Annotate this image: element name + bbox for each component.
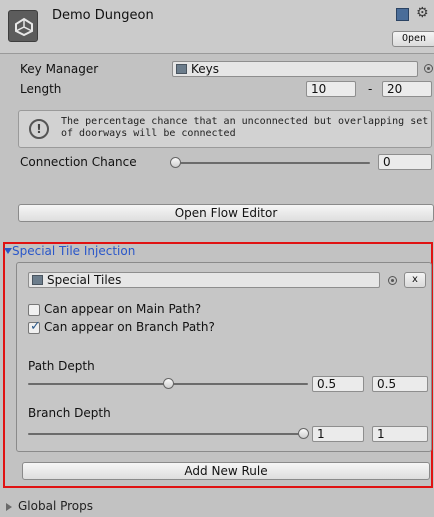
path-depth-label: Path Depth — [28, 359, 95, 373]
path-depth-slider-thumb[interactable] — [163, 378, 174, 389]
length-separator: - — [368, 82, 373, 96]
connection-help-box: ! The percentage chance that an unconnec… — [18, 110, 432, 148]
connection-chance-slider-track[interactable] — [174, 162, 370, 164]
length-min-input[interactable]: 10 — [306, 81, 356, 97]
open-button[interactable]: Open — [392, 31, 434, 47]
gear-icon[interactable]: ⚙ — [416, 5, 429, 21]
length-max-input[interactable]: 20 — [382, 81, 432, 97]
keys-asset-icon — [176, 64, 187, 74]
main-path-checkbox[interactable] — [28, 304, 40, 316]
unity-logo-icon — [8, 10, 38, 42]
help-book-icon[interactable] — [396, 8, 409, 21]
object-picker-icon[interactable] — [424, 64, 433, 73]
tileset-picker-icon[interactable] — [388, 276, 397, 285]
connection-chance-label: Connection Chance — [20, 155, 137, 169]
foldout-collapsed-icon[interactable] — [6, 503, 12, 511]
connection-chance-slider-thumb[interactable] — [170, 157, 181, 168]
global-props-foldout[interactable]: Global Props — [18, 499, 93, 513]
path-depth-max-input[interactable]: 0.5 — [372, 376, 428, 392]
branch-path-label[interactable]: Can appear on Branch Path? — [44, 320, 215, 334]
branch-path-checkbox[interactable]: ✓ — [28, 319, 41, 334]
connection-chance-input[interactable]: 0 — [378, 154, 432, 170]
help-text: The percentage chance that an unconnecte… — [61, 116, 429, 139]
main-path-label[interactable]: Can appear on Main Path? — [44, 302, 201, 316]
checkmark-icon: ✓ — [30, 319, 41, 334]
open-flow-editor-button[interactable]: Open Flow Editor — [18, 204, 434, 222]
remove-rule-button[interactable]: x — [404, 272, 426, 288]
add-new-rule-button[interactable]: Add New Rule — [22, 462, 430, 480]
asset-title: Demo Dungeon — [52, 8, 154, 23]
tileset-field[interactable]: Special Tiles — [28, 272, 380, 288]
key-manager-label: Key Manager — [20, 62, 99, 76]
branch-depth-min-input[interactable]: 1 — [312, 426, 364, 442]
length-label: Length — [20, 82, 62, 96]
key-manager-value: Keys — [191, 62, 220, 76]
branch-depth-label: Branch Depth — [28, 406, 111, 420]
branch-depth-slider-track[interactable] — [28, 433, 304, 435]
foldout-expanded-icon[interactable] — [4, 248, 12, 254]
special-tile-rule — [16, 262, 432, 452]
special-tile-injection-foldout[interactable]: Special Tile Injection — [12, 244, 135, 258]
path-depth-min-input[interactable]: 0.5 — [312, 376, 364, 392]
key-manager-field[interactable]: Keys — [172, 61, 418, 77]
branch-depth-max-input[interactable]: 1 — [372, 426, 428, 442]
info-icon: ! — [29, 119, 49, 139]
tileset-asset-icon — [32, 275, 43, 285]
tileset-value: Special Tiles — [47, 273, 122, 287]
branch-depth-slider-thumb[interactable] — [298, 428, 309, 439]
